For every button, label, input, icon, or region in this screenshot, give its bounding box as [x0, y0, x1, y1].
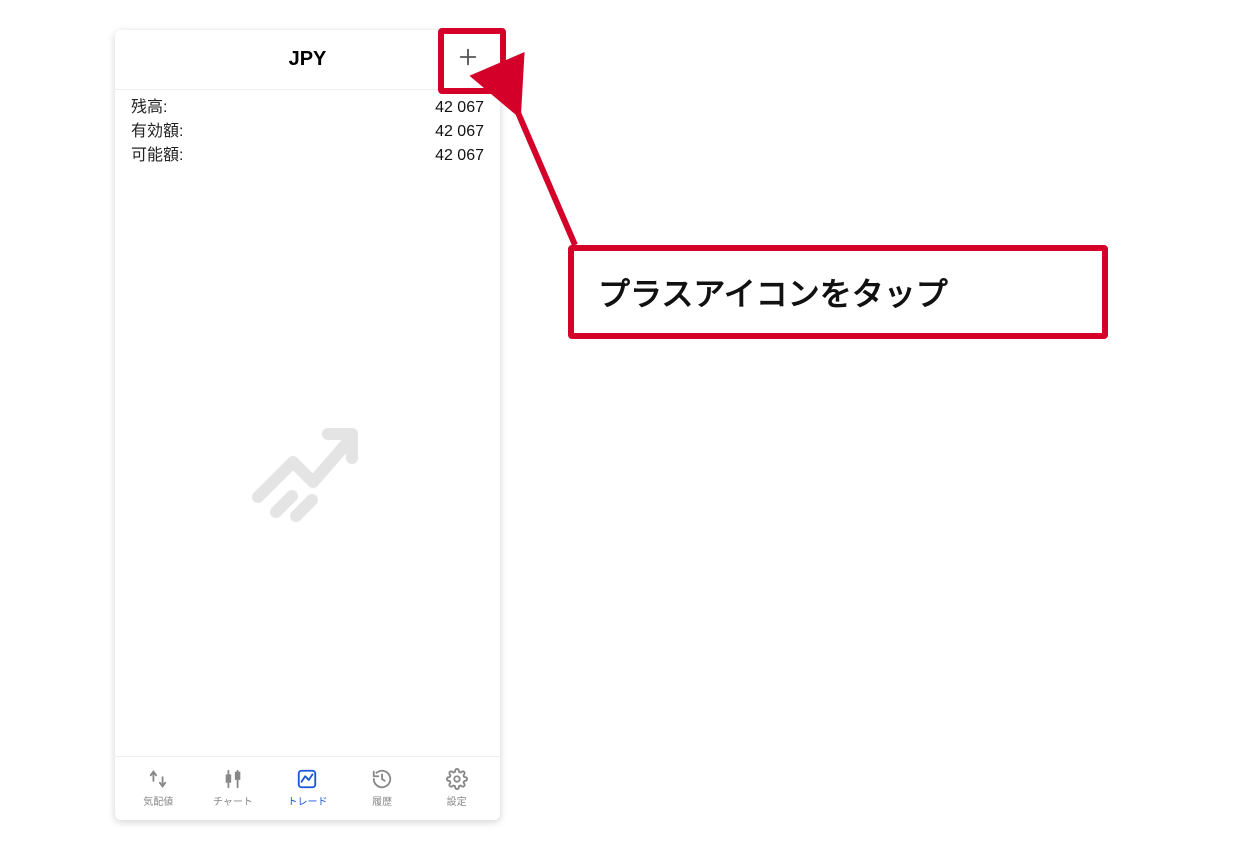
tab-settings[interactable]: 設定 [419, 767, 494, 808]
equity-label: 有効額: [131, 120, 183, 144]
tab-chart[interactable]: チャート [196, 767, 271, 808]
tab-history[interactable]: 履歴 [345, 767, 420, 808]
page-title: JPY [289, 48, 327, 71]
free-margin-value: 42 067 [435, 144, 484, 168]
annotation-callout-text: プラスアイコンをタップ [598, 269, 1078, 315]
tab-label: チャート [213, 793, 253, 808]
balance-row: 有効額: 42 067 [131, 120, 484, 144]
tab-label: 履歴 [372, 793, 392, 808]
balance-value: 42 067 [435, 96, 484, 120]
tab-label: 気配値 [143, 793, 173, 808]
balance-label: 残高: [131, 96, 167, 120]
phone-frame: JPY 残高: 42 067 有効額: 42 067 可能額: [115, 30, 500, 820]
annotation-callout: プラスアイコンをタップ [568, 245, 1108, 339]
gear-icon [445, 767, 469, 791]
quotes-icon [146, 767, 170, 791]
content-area [115, 168, 500, 756]
balance-row: 残高: 42 067 [131, 96, 484, 120]
plus-icon [457, 46, 479, 75]
trade-icon [295, 767, 319, 791]
add-button[interactable] [448, 40, 488, 80]
trend-up-watermark-icon [248, 402, 368, 522]
phone-header: JPY [115, 30, 500, 90]
balance-row: 可能額: 42 067 [131, 144, 484, 168]
tab-label: トレード [287, 793, 327, 808]
bottom-tab-bar: 気配値 チャート トレード [115, 756, 500, 820]
tab-quotes[interactable]: 気配値 [121, 767, 196, 808]
free-margin-label: 可能額: [131, 144, 183, 168]
candlestick-icon [221, 767, 245, 791]
equity-value: 42 067 [435, 120, 484, 144]
tab-trade[interactable]: トレード [270, 767, 345, 808]
balance-section: 残高: 42 067 有効額: 42 067 可能額: 42 067 [115, 90, 500, 168]
history-icon [370, 767, 394, 791]
tab-label: 設定 [447, 793, 467, 808]
